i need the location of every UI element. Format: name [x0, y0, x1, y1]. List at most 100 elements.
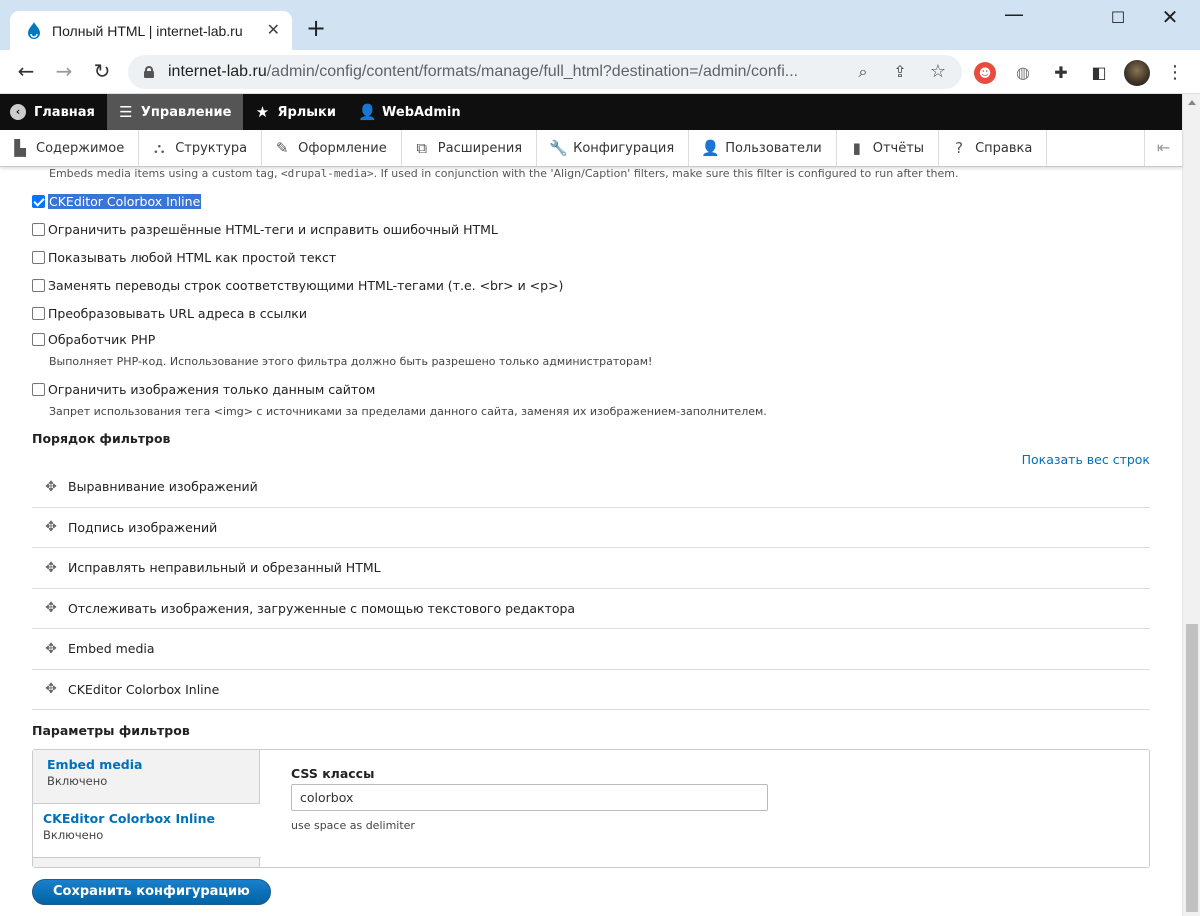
row-label: Исправлять неправильный и обрезанный HTM… — [68, 560, 381, 576]
scrollbar-thumb[interactable] — [1186, 624, 1198, 912]
vertical-tab-pane: CSS классы colorbox use space as delimit… — [291, 766, 768, 832]
filter-php-description: Выполняет PHP-код. Использование этого ф… — [49, 355, 653, 368]
extension-santa-icon[interactable]: ☻ — [974, 62, 996, 84]
tray-item-people[interactable]: 👤 Пользователи — [689, 130, 837, 166]
checkbox[interactable] — [32, 279, 45, 292]
drupal-admin-toolbar: ‹ Главная ☰ Управление ★ Ярлыки 👤 WebAdm… — [0, 94, 1182, 130]
scroll-up-arrow-icon[interactable] — [1188, 100, 1196, 105]
drupal-home-icon: ‹ — [10, 104, 26, 120]
reload-button[interactable]: ↻ — [90, 60, 114, 82]
url-text[interactable]: internet-lab.ru/admin/config/content/for… — [168, 63, 848, 81]
page-content: Embeds media items using a custom tag, <… — [0, 167, 1182, 916]
css-classes-input[interactable]: colorbox — [291, 784, 768, 811]
zoom-icon[interactable]: ⌕ — [853, 63, 873, 81]
table-row: ✥ Embed media — [32, 629, 1150, 670]
filter-order-table: ✥ Выравнивание изображений ✥ Подпись изо… — [32, 467, 1150, 710]
toolbar-item-label: Ярлыки — [277, 104, 336, 120]
css-classes-description: use space as delimiter — [291, 819, 415, 832]
toolbar-item-user[interactable]: 👤 WebAdmin — [348, 94, 473, 130]
browser-tab[interactable]: Полный HTML | internet-lab.ru ✕ — [10, 11, 292, 50]
vertical-tabs-menu: Embed media Включено CKEditor Colorbox I… — [33, 750, 261, 867]
extend-icon: ⧉ — [416, 139, 428, 157]
structure-icon: ⛬ — [153, 139, 165, 157]
drag-handle-icon[interactable]: ✥ — [44, 682, 58, 696]
drag-handle-icon[interactable]: ✥ — [44, 520, 58, 534]
checkbox-label: Ограничить изображения только данным сай… — [48, 382, 376, 397]
filter-order-title: Порядок фильтров — [32, 431, 171, 446]
vertical-tab-summary: Включено — [47, 774, 108, 788]
filter-php[interactable]: Обработчик PHP — [32, 332, 155, 347]
menu-icon: ☰ — [119, 103, 133, 121]
checkbox-label: Преобразовывать URL адреса в ссылки — [48, 306, 307, 321]
forward-button[interactable]: → — [52, 60, 76, 82]
toolbar-item-home[interactable]: ‹ Главная — [0, 94, 107, 130]
filter-settings-vertical-tabs: Embed media Включено CKEditor Colorbox I… — [32, 749, 1150, 868]
browser-menu-icon[interactable]: ⋮ — [1164, 62, 1186, 84]
vertical-tab-title[interactable]: CKEditor Colorbox Inline — [43, 811, 260, 826]
checkbox[interactable] — [32, 195, 45, 208]
bookmark-star-icon[interactable]: ☆ — [928, 63, 948, 81]
checkbox-label: Показывать любой HTML как простой текст — [48, 250, 337, 265]
tray-item-appearance[interactable]: ✎ Оформление — [262, 130, 402, 166]
page-scrollbar[interactable] — [1182, 94, 1200, 916]
checkbox[interactable] — [32, 307, 45, 320]
row-label: Выравнивание изображений — [68, 479, 258, 495]
vertical-tab-embed-media[interactable]: Embed media Включено — [33, 750, 260, 804]
star-icon: ★ — [255, 103, 270, 121]
checkbox[interactable] — [32, 383, 45, 396]
toolbar-item-shortcuts[interactable]: ★ Ярлыки — [243, 94, 348, 130]
checkbox[interactable] — [32, 223, 45, 236]
checkbox[interactable] — [32, 333, 45, 346]
side-panel-icon[interactable]: ◧ — [1088, 62, 1110, 84]
filter-autop[interactable]: Заменять переводы строк соответствующими… — [32, 278, 563, 293]
toolbar-item-label: WebAdmin — [382, 104, 461, 120]
reports-icon: ▮ — [852, 139, 861, 157]
tray-orientation-toggle-icon[interactable]: ⇤ — [1144, 130, 1182, 166]
drag-handle-icon[interactable]: ✥ — [44, 601, 58, 615]
vertical-tab-ckeditor-colorbox-inline[interactable]: CKEditor Colorbox Inline Включено — [33, 804, 261, 858]
tray-item-label: Расширения — [437, 140, 523, 156]
row-label: Подпись изображений — [68, 519, 218, 535]
share-icon[interactable]: ⇪ — [890, 63, 910, 81]
toolbar-item-manage[interactable]: ☰ Управление — [106, 94, 244, 130]
address-bar[interactable]: internet-lab.ru/admin/config/content/for… — [128, 55, 962, 89]
tray-item-structure[interactable]: ⛬ Структура — [139, 130, 263, 166]
user-icon: 👤 — [358, 103, 377, 121]
appearance-icon: ✎ — [275, 139, 289, 157]
admin-menu-tray: ▙ Содержимое ⛬ Структура ✎ Оформление ⧉ … — [0, 130, 1182, 167]
save-configuration-button[interactable]: Сохранить конфигурацию — [32, 879, 271, 905]
filter-url[interactable]: Преобразовывать URL адреса в ссылки — [32, 306, 307, 321]
new-tab-button[interactable]: + — [306, 16, 326, 40]
filter-html-escape[interactable]: Показывать любой HTML как простой текст — [32, 250, 336, 265]
tray-item-label: Содержимое — [36, 140, 125, 156]
filter-html-image-secure[interactable]: Ограничить изображения только данным сай… — [32, 382, 375, 397]
checkbox[interactable] — [32, 251, 45, 264]
window-maximize-button[interactable]: ☐ — [1108, 8, 1128, 27]
tray-item-configuration[interactable]: 🔧 Конфигурация — [537, 130, 690, 166]
profile-avatar[interactable] — [1124, 60, 1150, 86]
tray-item-help[interactable]: ? Справка — [939, 130, 1048, 166]
tray-item-reports[interactable]: ▮ Отчёты — [837, 130, 940, 166]
filter-ckeditor-colorbox-inline[interactable]: CKEditor Colorbox Inline — [32, 194, 202, 209]
tray-item-label: Оформление — [298, 140, 387, 156]
drag-handle-icon[interactable]: ✥ — [44, 642, 58, 656]
back-button[interactable]: ← — [14, 60, 38, 82]
toolbar-item-label: Управление — [140, 104, 232, 120]
extension-globe-icon[interactable]: ◍ — [1012, 62, 1034, 84]
window-close-button[interactable]: ✕ — [1160, 5, 1180, 29]
embed-media-description: Embeds media items using a custom tag, <… — [49, 167, 959, 180]
tab-close-icon[interactable]: ✕ — [267, 22, 280, 38]
filter-html-restrict[interactable]: Ограничить разрешённые HTML-теги и испра… — [32, 222, 498, 237]
table-row: ✥ Выравнивание изображений — [32, 467, 1150, 508]
tray-item-label: Конфигурация — [573, 140, 675, 156]
window-minimize-button[interactable]: — — [1004, 2, 1024, 26]
drag-handle-icon[interactable]: ✥ — [44, 561, 58, 575]
lock-icon[interactable] — [144, 66, 154, 78]
people-icon: 👤 — [701, 139, 720, 157]
vertical-tab-title[interactable]: Embed media — [47, 757, 260, 772]
drag-handle-icon[interactable]: ✥ — [44, 480, 58, 494]
show-row-weights-link[interactable]: Показать вес строк — [1022, 452, 1150, 467]
tray-item-extend[interactable]: ⧉ Расширения — [402, 130, 538, 166]
tray-item-content[interactable]: ▙ Содержимое — [0, 130, 140, 166]
extensions-puzzle-icon[interactable]: ✚ — [1050, 62, 1072, 84]
